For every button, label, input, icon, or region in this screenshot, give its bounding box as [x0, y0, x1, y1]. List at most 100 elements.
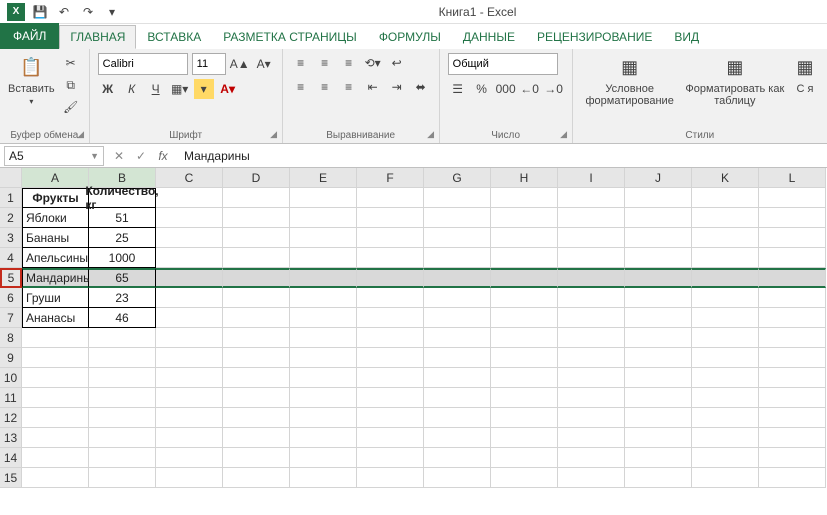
cell[interactable]: [424, 468, 491, 488]
cell[interactable]: [223, 288, 290, 308]
cell[interactable]: [156, 328, 223, 348]
fill-color-icon[interactable]: ▾: [194, 79, 214, 99]
cell[interactable]: [89, 468, 156, 488]
cell[interactable]: [223, 208, 290, 228]
cell[interactable]: [89, 448, 156, 468]
increase-decimal-icon[interactable]: ←0: [520, 79, 540, 99]
cell[interactable]: [491, 288, 558, 308]
cell[interactable]: [357, 388, 424, 408]
alignment-launcher-icon[interactable]: ◢: [425, 129, 437, 141]
cell[interactable]: [223, 228, 290, 248]
cell[interactable]: [759, 268, 826, 288]
cell[interactable]: [357, 248, 424, 268]
cell[interactable]: [424, 188, 491, 208]
cell[interactable]: [558, 208, 625, 228]
cell[interactable]: [22, 388, 89, 408]
cell[interactable]: [692, 348, 759, 368]
cell[interactable]: [424, 348, 491, 368]
cell[interactable]: [22, 468, 89, 488]
cell[interactable]: [357, 328, 424, 348]
name-box[interactable]: A5 ▼: [4, 146, 104, 166]
cell[interactable]: [491, 308, 558, 328]
paste-button[interactable]: 📋 Вставить ▾: [8, 53, 55, 106]
cell[interactable]: [223, 408, 290, 428]
cell-styles-button[interactable]: ▦ С я: [791, 53, 819, 95]
cell[interactable]: [357, 268, 424, 288]
cell[interactable]: [759, 408, 826, 428]
cell[interactable]: [290, 288, 357, 308]
cell[interactable]: [357, 308, 424, 328]
cell[interactable]: [290, 308, 357, 328]
cell[interactable]: [491, 228, 558, 248]
undo-icon[interactable]: ↶: [54, 2, 74, 22]
cell[interactable]: [692, 408, 759, 428]
cell[interactable]: [692, 468, 759, 488]
cell[interactable]: [223, 268, 290, 288]
cell[interactable]: [89, 328, 156, 348]
align-bottom-icon[interactable]: ≡: [339, 53, 359, 73]
cell[interactable]: [424, 428, 491, 448]
cell[interactable]: [223, 348, 290, 368]
cell[interactable]: [491, 428, 558, 448]
cell[interactable]: [491, 188, 558, 208]
tab-page-layout[interactable]: РАЗМЕТКА СТРАНИЦЫ: [212, 25, 368, 49]
row-header[interactable]: 8: [0, 328, 22, 348]
cell[interactable]: [625, 388, 692, 408]
cell[interactable]: [290, 408, 357, 428]
cell[interactable]: [558, 248, 625, 268]
cell[interactable]: [759, 428, 826, 448]
row-header[interactable]: 3: [0, 228, 22, 248]
cell[interactable]: [692, 308, 759, 328]
cell[interactable]: [491, 368, 558, 388]
cell[interactable]: [558, 468, 625, 488]
thousands-icon[interactable]: 000: [496, 79, 516, 99]
column-header-J[interactable]: J: [625, 168, 692, 188]
cell[interactable]: 51: [89, 208, 156, 228]
cell[interactable]: [357, 208, 424, 228]
font-color-icon[interactable]: A▾: [218, 79, 238, 99]
tab-data[interactable]: ДАННЫЕ: [452, 25, 526, 49]
cell[interactable]: [156, 308, 223, 328]
cell[interactable]: [759, 188, 826, 208]
cell[interactable]: [357, 348, 424, 368]
decrease-indent-icon[interactable]: ⇤: [363, 77, 383, 97]
currency-icon[interactable]: ☰: [448, 79, 468, 99]
cell[interactable]: [491, 268, 558, 288]
tab-view[interactable]: ВИД: [663, 25, 710, 49]
cell[interactable]: [491, 468, 558, 488]
cell[interactable]: [357, 288, 424, 308]
cell[interactable]: [625, 268, 692, 288]
cell[interactable]: [692, 328, 759, 348]
column-header-I[interactable]: I: [558, 168, 625, 188]
align-center-icon[interactable]: ≡: [315, 77, 335, 97]
orientation-icon[interactable]: ⟲▾: [363, 53, 383, 73]
cell[interactable]: [491, 388, 558, 408]
cell[interactable]: [491, 408, 558, 428]
cell[interactable]: [424, 208, 491, 228]
cell[interactable]: [558, 228, 625, 248]
cell[interactable]: [558, 308, 625, 328]
cell[interactable]: [424, 228, 491, 248]
cell[interactable]: [357, 228, 424, 248]
cell[interactable]: [290, 208, 357, 228]
cell[interactable]: [625, 328, 692, 348]
cell[interactable]: [692, 428, 759, 448]
cell[interactable]: [22, 328, 89, 348]
cancel-formula-icon[interactable]: ✕: [108, 146, 130, 166]
grow-font-icon[interactable]: A▲: [230, 54, 250, 74]
cell[interactable]: [759, 288, 826, 308]
cell[interactable]: [22, 448, 89, 468]
cell[interactable]: [424, 248, 491, 268]
cell[interactable]: [759, 368, 826, 388]
cell[interactable]: [290, 368, 357, 388]
bold-button[interactable]: Ж: [98, 79, 118, 99]
align-right-icon[interactable]: ≡: [339, 77, 359, 97]
cut-icon[interactable]: ✂: [61, 53, 81, 73]
cell[interactable]: [89, 348, 156, 368]
percent-icon[interactable]: %: [472, 79, 492, 99]
cell[interactable]: Груши: [22, 288, 89, 308]
row-header[interactable]: 1: [0, 188, 22, 208]
cell[interactable]: [692, 248, 759, 268]
number-format-combo[interactable]: [448, 53, 558, 75]
cell[interactable]: [290, 328, 357, 348]
